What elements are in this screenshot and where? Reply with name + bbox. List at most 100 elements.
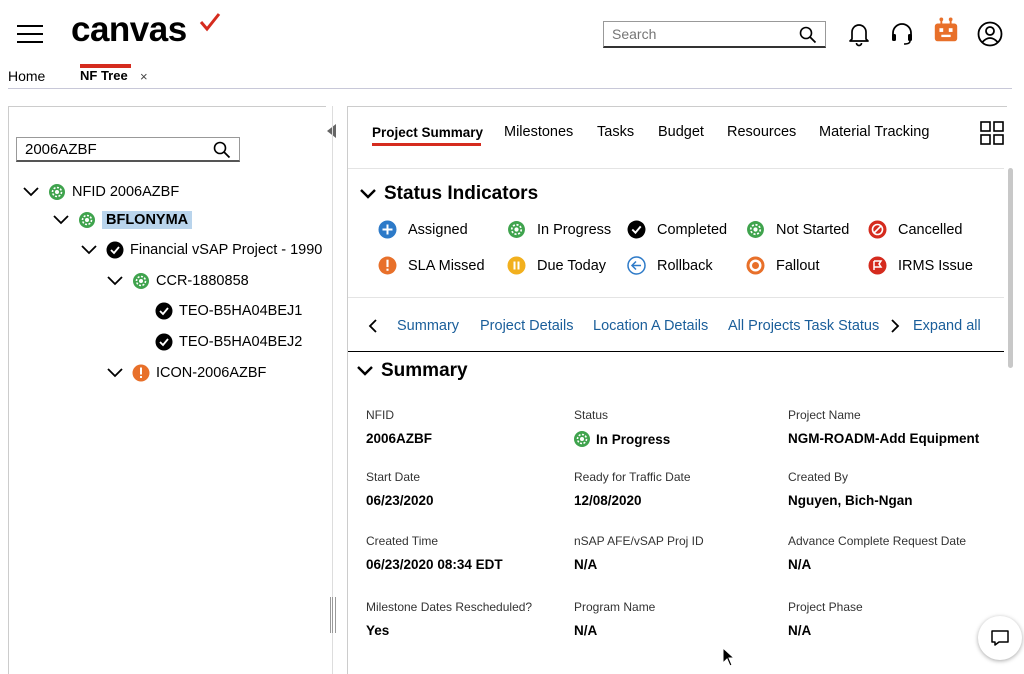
chat-bubble-icon [991, 630, 1009, 646]
alert-circle-icon [378, 256, 397, 275]
chevron-down-icon[interactable] [80, 241, 98, 259]
tab-milestones[interactable]: Milestones [504, 124, 573, 140]
check-circle-icon [627, 220, 646, 239]
tree-node-label: NFID 2006AZBF [72, 184, 180, 200]
link-project-details[interactable]: Project Details [480, 318, 573, 334]
tree-node[interactable]: CCR-1880858 [106, 269, 249, 293]
legend-label: Cancelled [898, 221, 963, 238]
tab-material-tracking[interactable]: Material Tracking [819, 124, 929, 140]
legend-assigned: Assigned [378, 220, 468, 239]
chevron-down-icon[interactable] [52, 211, 70, 229]
link-summary[interactable]: Summary [397, 318, 459, 334]
field-value-ready-for-traffic: 12/08/2020 [574, 493, 642, 508]
headset-support-icon[interactable] [888, 20, 916, 48]
workspace-tabs: Home NF Tree × [0, 64, 1024, 90]
tree-node[interactable]: Financial vSAP Project - 1990 [80, 238, 322, 262]
field-label-advance-complete: Advance Complete Request Date [788, 534, 967, 548]
check-status-icon [106, 241, 124, 259]
app-header: canvas [0, 0, 1024, 66]
tree-node-selected[interactable]: BFLONYMA [52, 208, 193, 232]
notification-bell-icon[interactable] [845, 20, 873, 48]
tree-node-label: CCR-1880858 [156, 273, 249, 289]
tree-search[interactable] [16, 137, 240, 162]
tab-divider [348, 168, 1004, 169]
field-value-nfid: 2006AZBF [366, 431, 433, 446]
tab-nf-tree[interactable]: NF Tree [80, 68, 128, 83]
legend-label: Due Today [537, 257, 607, 274]
tree-node-label: ICON-2006AZBF [156, 365, 267, 381]
chevron-down-icon[interactable] [22, 183, 40, 201]
tree-node-label: Financial vSAP Project - 1990 [130, 242, 323, 258]
tab-divider [8, 88, 1012, 89]
field-label-status: Status [574, 408, 609, 422]
tree-node[interactable]: NFID 2006AZBF [22, 180, 179, 204]
legend-label: Assigned [408, 221, 468, 238]
mouse-cursor-icon [722, 647, 736, 667]
legend-label: Completed [657, 221, 728, 238]
tree-node-label: TEO-B5HA04BEJ1 [179, 303, 303, 319]
field-label-project-name: Project Name [788, 408, 861, 422]
bot-assistant-icon[interactable] [932, 17, 960, 45]
section-title: Status Indicators [384, 183, 539, 204]
status-indicators-header[interactable]: Status Indicators [358, 183, 538, 205]
chevron-down-icon[interactable] [355, 361, 375, 381]
chevron-right-icon[interactable] [888, 318, 902, 334]
field-label-created-by: Created By [788, 470, 849, 484]
global-search-input[interactable] [604, 22, 794, 46]
field-value-status: In Progress [573, 430, 670, 448]
tree-node-label: BFLONYMA [102, 211, 193, 229]
link-location-a-details[interactable]: Location A Details [593, 318, 708, 334]
vertical-scrollbar[interactable] [1008, 168, 1013, 368]
legend-fallout: Fallout [746, 256, 820, 275]
logo-check-icon [199, 13, 221, 32]
legend-rollback: Rollback [627, 256, 713, 275]
tab-budget[interactable]: Budget [658, 124, 704, 140]
search-icon[interactable] [213, 141, 231, 159]
link-all-projects-task-status[interactable]: All Projects Task Status [728, 318, 879, 334]
gear-status-icon [49, 184, 65, 200]
tab-tasks[interactable]: Tasks [597, 124, 634, 140]
tree-node[interactable]: TEO-B5HA04BEJ1 [155, 299, 302, 323]
field-value-created-time: 06/23/2020 08:34 EDT [366, 557, 503, 572]
plus-circle-icon [378, 220, 397, 239]
field-value-project-name: NGM-ROADM-Add Equipment [788, 431, 980, 446]
global-search[interactable] [603, 21, 826, 48]
search-icon[interactable] [799, 26, 817, 44]
chevron-down-icon[interactable] [106, 272, 124, 290]
chevron-down-icon[interactable] [358, 184, 378, 204]
legend-label: Rollback [657, 257, 713, 274]
check-status-icon [155, 302, 173, 320]
resize-grip[interactable] [330, 597, 336, 633]
expand-all-link[interactable]: Expand all [913, 318, 981, 334]
grid-view-icon[interactable] [980, 121, 1005, 146]
chevron-left-icon[interactable] [366, 318, 380, 334]
close-tab-icon[interactable]: × [140, 69, 148, 84]
chat-button[interactable] [978, 616, 1022, 660]
tree-node[interactable]: TEO-B5HA04BEJ2 [155, 330, 302, 354]
field-value-milestone-rescheduled: Yes [366, 623, 390, 638]
summary-header[interactable]: Summary [355, 360, 468, 382]
legend-label: IRMS Issue [898, 257, 973, 274]
gear-status-icon [133, 273, 149, 289]
tab-resources[interactable]: Resources [727, 124, 796, 140]
field-label-ready-for-traffic: Ready for Traffic Date [574, 470, 691, 484]
tree-node[interactable]: ICON-2006AZBF [106, 361, 266, 385]
field-label-start-date: Start Date [366, 470, 421, 484]
tree-search-input[interactable] [17, 138, 202, 160]
tab-project-summary[interactable]: Project Summary [372, 125, 483, 140]
field-value-program-name: N/A [574, 623, 598, 638]
menu-icon[interactable] [17, 23, 43, 45]
gear-icon [508, 221, 525, 238]
legend-sla-missed: SLA Missed [378, 256, 485, 275]
pause-circle-icon [507, 256, 526, 275]
chevron-down-icon[interactable] [106, 364, 124, 382]
user-profile-icon[interactable] [976, 20, 1004, 48]
tab-home[interactable]: Home [8, 68, 45, 84]
field-label-milestone-rescheduled: Milestone Dates Rescheduled? [366, 600, 533, 614]
legend-label: SLA Missed [408, 257, 485, 274]
field-value-project-phase: N/A [788, 623, 812, 638]
legend-label: Fallout [776, 257, 820, 274]
legend-in-progress: In Progress [507, 220, 611, 239]
legend-due-today: Due Today [507, 256, 606, 275]
back-arrow-circle-icon [627, 256, 646, 275]
